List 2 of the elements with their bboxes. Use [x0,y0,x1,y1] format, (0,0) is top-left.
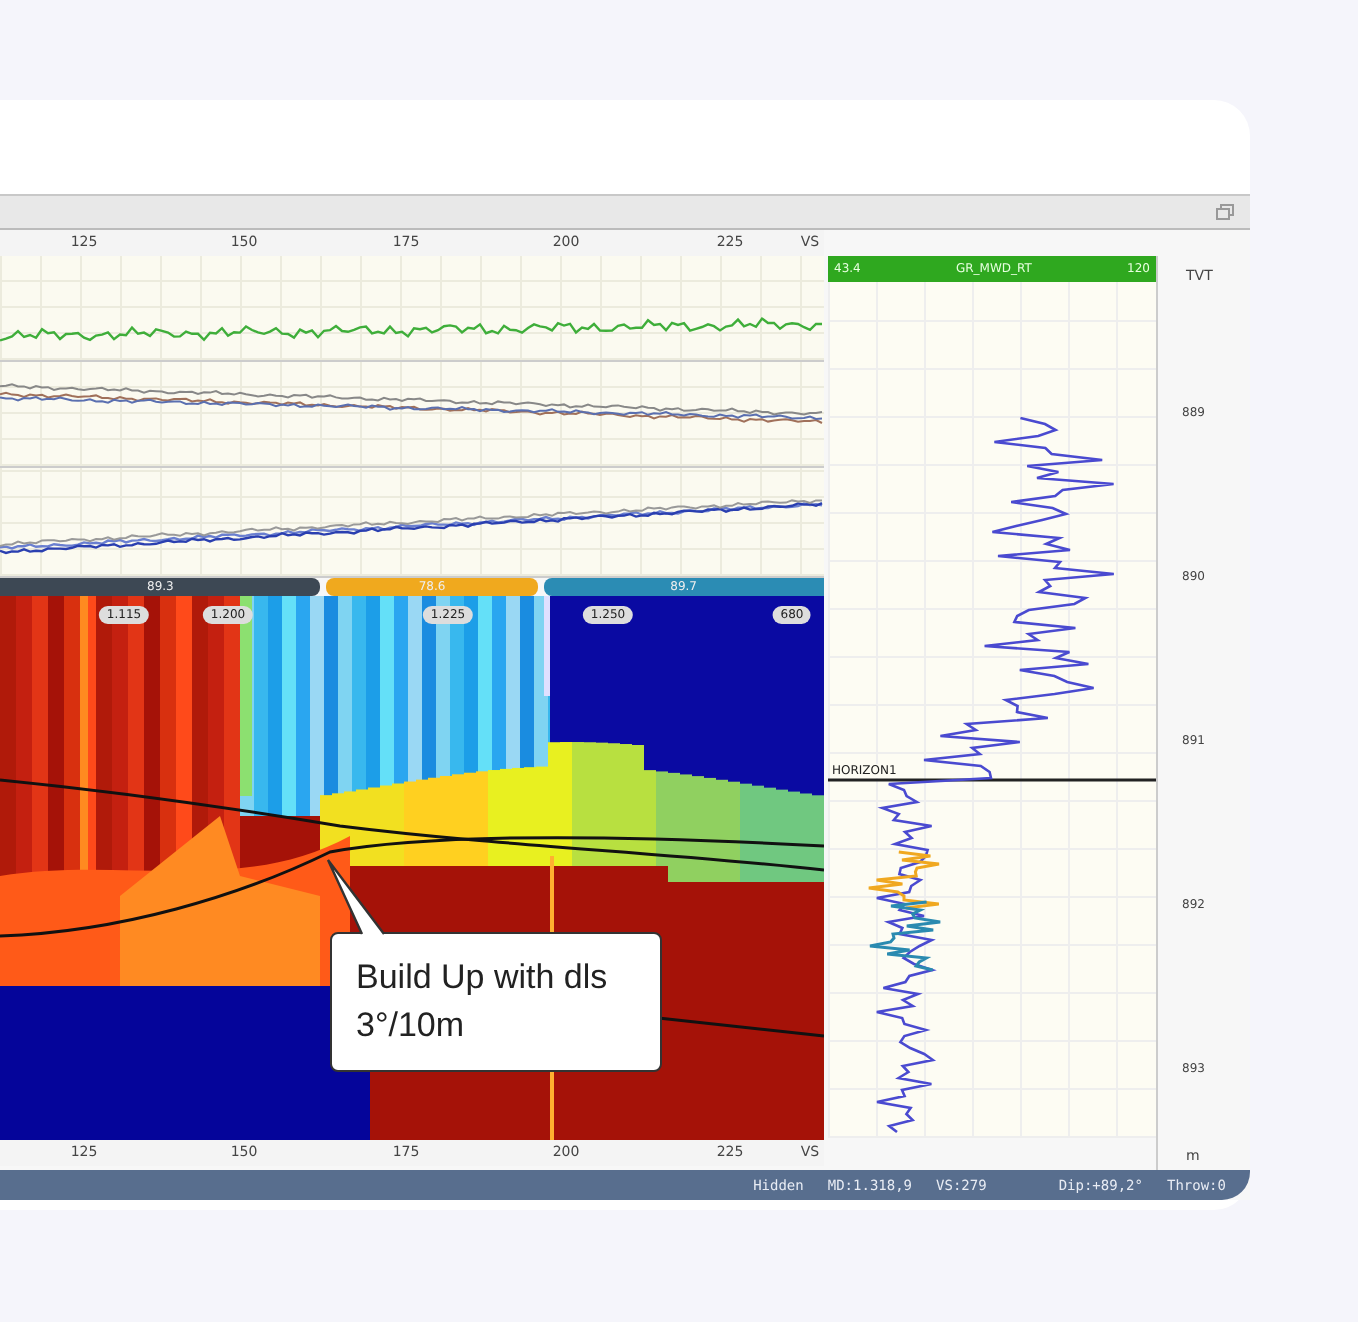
restore-icon[interactable] [1216,204,1234,220]
callout-text: Build Up with dls 3°/10m [356,956,610,1048]
